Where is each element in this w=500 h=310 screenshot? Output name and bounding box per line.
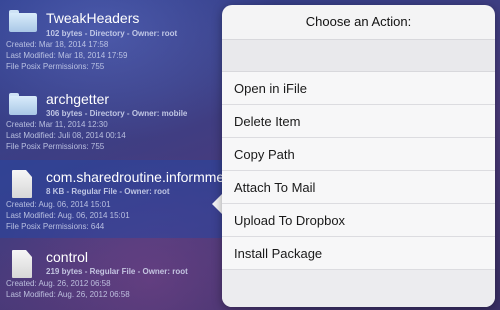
file-permissions: File Posix Permissions: 755 [6,62,105,71]
file-created: Created: Mar 11, 2014 12:30 [6,120,108,129]
action-install-package[interactable]: Install Package [222,237,495,270]
file-item-informme[interactable]: com.sharedroutine.informme_0 8 KB - Regu… [0,160,222,238]
file-created: Created: Aug. 26, 2012 06:58 [6,279,111,288]
file-name: TweakHeaders [46,10,140,26]
action-menu: Open in iFile Delete Item Copy Path Atta… [222,72,495,270]
file-modified: Last Modified: Aug. 06, 2014 15:01 [6,211,130,220]
action-upload-to-dropbox[interactable]: Upload To Dropbox [222,204,495,237]
file-modified: Last Modified: Aug. 26, 2012 06:58 [6,290,130,299]
file-info: 306 bytes - Directory - Owner: mobile [46,109,188,118]
file-permissions: File Posix Permissions: 755 [6,142,105,151]
file-name: com.sharedroutine.informme_0 [46,169,222,185]
action-delete-item[interactable]: Delete Item [222,105,495,138]
popover-title: Choose an Action: [305,14,412,29]
file-created: Created: Aug. 06, 2014 15:01 [6,200,111,209]
folder-icon [9,10,37,34]
popover-footer [222,270,495,307]
file-item-tweakheaders[interactable]: TweakHeaders 102 bytes - Directory - Own… [0,0,222,84]
document-icon [12,170,32,198]
file-info: 102 bytes - Directory - Owner: root [46,29,178,38]
action-attach-to-mail[interactable]: Attach To Mail [222,171,495,204]
file-item-control[interactable]: control 219 bytes - Regular File - Owner… [0,240,222,310]
file-modified: Last Modified: Juli 08, 2014 00:14 [6,131,126,140]
file-name: archgetter [46,91,110,107]
action-open-in-ifile[interactable]: Open in iFile [222,72,495,105]
action-copy-path[interactable]: Copy Path [222,138,495,171]
file-permissions: File Posix Permissions: 644 [6,222,105,231]
file-item-archgetter[interactable]: archgetter 306 bytes - Directory - Owner… [0,84,222,166]
file-list: TweakHeaders 102 bytes - Directory - Own… [0,0,222,310]
popover-separator [222,39,495,72]
file-modified: Last Modified: Mar 18, 2014 17:59 [6,51,128,60]
document-icon [12,250,32,278]
file-created: Created: Mar 18, 2014 17:58 [6,40,109,49]
file-info: 219 bytes - Regular File - Owner: root [46,267,188,276]
file-info: 8 KB - Regular File - Owner: root [46,187,170,196]
file-name: control [46,249,89,265]
folder-icon [9,93,37,117]
action-popover: Choose an Action: Open in iFile Delete I… [222,5,495,307]
